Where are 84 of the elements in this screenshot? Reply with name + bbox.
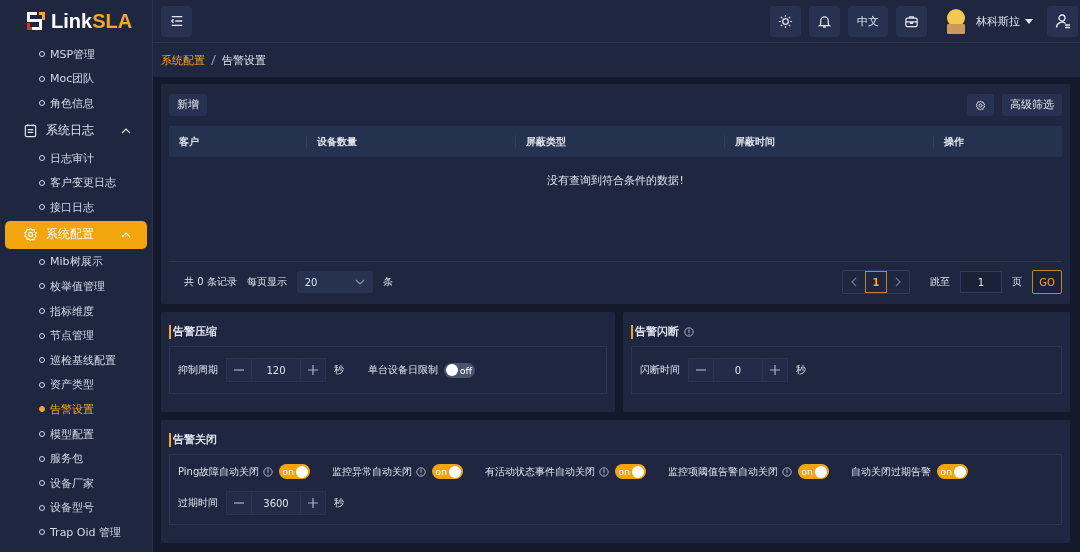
menu-icon	[169, 14, 184, 28]
field-label: 监控异常自动关闭	[332, 464, 413, 479]
page-size-unit: 条	[382, 275, 393, 289]
toggle-switch[interactable]: off	[444, 362, 475, 378]
empty-message: 没有查询到符合条件的数据!	[547, 174, 684, 188]
sun-icon	[778, 13, 793, 29]
list-icon	[23, 123, 38, 139]
field-label: 自动关闭过期告警	[851, 464, 932, 479]
unit-label: 秒	[796, 363, 806, 377]
number-stepper[interactable]: 3600	[226, 491, 326, 515]
page-size-select[interactable]: 20	[296, 271, 373, 293]
plus-icon	[770, 365, 780, 375]
caret-icon	[1025, 18, 1033, 24]
chevron-left-icon	[851, 277, 857, 287]
unit-label: 秒	[334, 363, 344, 377]
menu-item[interactable]: 接口日志	[0, 194, 152, 220]
user-icon	[1054, 13, 1071, 29]
unit-label: 秒	[334, 496, 344, 510]
menu-item[interactable]: MSP管理	[0, 42, 152, 67]
section-title: 告警压缩	[169, 325, 217, 339]
page-size-label: 每页显示	[246, 275, 287, 289]
field-label: 有活动状态事件自动关闭	[485, 464, 596, 479]
breadcrumb-current: 告警设置	[222, 52, 266, 68]
menu-item[interactable]: 巡检基线配置	[0, 347, 152, 373]
column-header: 客户	[178, 134, 200, 149]
chevron-icon	[354, 279, 365, 285]
menu-item[interactable]: 指标维度	[0, 298, 152, 324]
jump-label: 跳至	[930, 275, 950, 289]
chevron-right-icon	[895, 277, 901, 287]
menu-item[interactable]: 节点管理	[0, 323, 152, 348]
field-label: 单台设备日限制	[368, 363, 438, 377]
menu-toggle-button[interactable]	[161, 5, 192, 37]
menu-item[interactable]: 设备厂家	[0, 470, 152, 496]
plus-icon	[308, 498, 318, 508]
field-label: 过期时间	[178, 496, 218, 510]
theme-button[interactable]	[770, 5, 801, 37]
add-button[interactable]: 新增	[169, 94, 207, 116]
section-title: 告警闪断	[631, 325, 679, 339]
menu-item[interactable]: 设备型号	[0, 495, 152, 521]
menu-item[interactable]: 资产类型	[0, 372, 152, 398]
page-button[interactable]: 1	[865, 271, 887, 293]
toolbox-button[interactable]	[896, 5, 927, 37]
menu-item[interactable]: 日志审计	[0, 145, 152, 171]
chevron-icon	[121, 231, 131, 238]
column-header: 操作	[933, 134, 1062, 149]
settings-icon	[975, 99, 986, 111]
field-label: 闪断时间	[640, 363, 680, 377]
bell-icon	[817, 13, 832, 29]
number-stepper[interactable]: 0	[688, 358, 788, 382]
menu-item[interactable]: Moc团队	[0, 66, 152, 92]
field-label: Ping故障自动关闭	[178, 464, 260, 479]
logo-text: LinkSLA	[51, 9, 133, 33]
advanced-filter-button[interactable]: 高级筛选	[1002, 94, 1062, 116]
language-button[interactable]: 中文	[848, 5, 888, 37]
field-label: 监控项阈值告警自动关闭	[668, 464, 779, 479]
menu-group[interactable]: 系统日志	[5, 116, 147, 145]
logo-icon	[24, 9, 48, 33]
menu-item[interactable]: 模型配置	[0, 421, 152, 447]
menu-item[interactable]: Trap Oid 管理	[0, 520, 152, 545]
chevron-icon	[121, 127, 131, 134]
breadcrumb-link[interactable]: 系统配置	[161, 52, 205, 68]
gear-icon	[23, 227, 38, 243]
number-stepper[interactable]: 120	[226, 358, 326, 382]
jump-page-field[interactable]: 1	[960, 271, 1002, 293]
column-header: 屏蔽类型	[515, 134, 724, 149]
notification-button[interactable]	[809, 5, 840, 37]
section-title: 告警关闭	[169, 433, 217, 447]
jump-unit: 页	[1012, 275, 1022, 289]
column-header: 设备数量	[306, 134, 515, 149]
menu-item[interactable]: 枚举值管理	[0, 274, 152, 299]
user-settings-button[interactable]	[1047, 5, 1078, 37]
go-button[interactable]: GO	[1032, 270, 1062, 294]
total-count: 共 0 条记录	[184, 275, 237, 289]
column-header: 屏蔽时间	[724, 134, 933, 149]
settings-button[interactable]	[967, 94, 994, 116]
plus-icon	[308, 365, 318, 375]
field-label: 抑制周期	[178, 363, 218, 377]
toolbox-icon	[904, 13, 919, 29]
user-menu[interactable]: 林科斯拉	[935, 6, 1039, 36]
menu-item[interactable]: 角色信息	[0, 91, 152, 116]
menu-item[interactable]: 告警设置	[0, 397, 152, 422]
menu-item[interactable]: 服务包	[0, 446, 152, 471]
menu-item[interactable]: Mib树展示	[0, 249, 152, 275]
menu-item[interactable]: 客户变更日志	[0, 170, 152, 195]
